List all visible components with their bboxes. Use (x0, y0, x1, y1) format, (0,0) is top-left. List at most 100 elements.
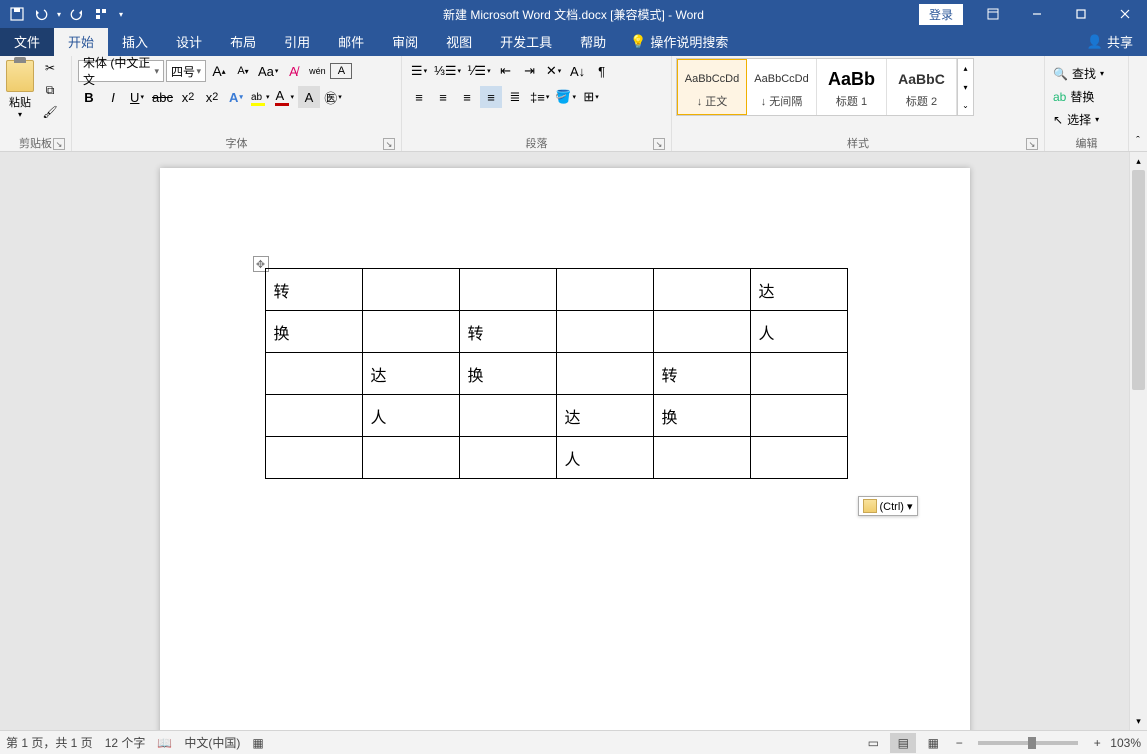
qat-customize-dropdown[interactable]: ▾ (114, 3, 128, 25)
style-heading2[interactable]: AaBbC标题 2 (887, 59, 957, 115)
share-button[interactable]: 👤 共享 (1073, 27, 1147, 56)
multilevel-list-button[interactable]: ⅟☰▾ (465, 60, 493, 82)
table-cell[interactable]: 转 (459, 311, 556, 353)
table-cell[interactable] (362, 437, 459, 479)
format-painter-button[interactable]: 🖌 (40, 102, 60, 122)
tab-view[interactable]: 视图 (432, 27, 486, 56)
table-cell[interactable] (265, 395, 362, 437)
table-cell[interactable] (750, 395, 847, 437)
distributed-button[interactable]: ≣ (504, 86, 526, 108)
table-cell[interactable] (362, 269, 459, 311)
tab-help[interactable]: 帮助 (566, 27, 620, 56)
tab-insert[interactable]: 插入 (108, 27, 162, 56)
tab-design[interactable]: 设计 (162, 27, 216, 56)
word-count-status[interactable]: 12 个字 (105, 734, 146, 751)
table-cell[interactable] (265, 437, 362, 479)
zoom-in-button[interactable]: + (1088, 736, 1106, 750)
paste-options-popup[interactable]: (Ctrl) ▾ (858, 496, 918, 516)
subscript-button[interactable]: x2 (177, 86, 199, 108)
replace-button[interactable]: ab替换 (1049, 85, 1098, 108)
language-status[interactable]: 中文(中国) (184, 734, 240, 751)
borders-button[interactable]: ⊞▾ (580, 86, 602, 108)
table-cell[interactable] (362, 311, 459, 353)
phonetic-guide-button[interactable]: wén (306, 60, 328, 82)
zoom-slider-thumb[interactable] (1028, 737, 1036, 749)
increase-indent-button[interactable]: ⇥ (519, 60, 541, 82)
undo-dropdown[interactable]: ▾ (54, 3, 64, 25)
web-layout-button[interactable]: ▦ (920, 733, 946, 753)
find-button[interactable]: 🔍查找▾ (1049, 62, 1108, 85)
table-cell[interactable]: 转 (265, 269, 362, 311)
print-layout-button[interactable]: ▤ (890, 733, 916, 753)
clipboard-dialog-launcher[interactable]: ↘ (53, 138, 65, 150)
line-spacing-button[interactable]: ‡≡▾ (528, 86, 551, 108)
table-cell[interactable]: 达 (556, 395, 653, 437)
table-cell[interactable]: 达 (362, 353, 459, 395)
tab-layout[interactable]: 布局 (216, 27, 270, 56)
tell-me-search[interactable]: 💡 操作说明搜索 (620, 27, 738, 56)
table-cell[interactable] (750, 437, 847, 479)
close-button[interactable] (1103, 0, 1147, 28)
bullets-button[interactable]: ☰▾ (408, 60, 430, 82)
paste-button[interactable]: 粘贴 ▾ (4, 58, 36, 121)
tab-references[interactable]: 引用 (270, 27, 324, 56)
style-no-spacing[interactable]: AaBbCcDd↓ 无间隔 (747, 59, 817, 115)
table-cell[interactable] (556, 269, 653, 311)
macro-status[interactable]: ▦ (252, 736, 263, 750)
font-size-combo[interactable]: 四号▾ (166, 60, 206, 82)
table-cell[interactable] (459, 437, 556, 479)
table-cell[interactable] (459, 395, 556, 437)
font-name-combo[interactable]: 宋体 (中文正文▾ (78, 60, 164, 82)
font-dialog-launcher[interactable]: ↘ (383, 138, 395, 150)
grow-font-button[interactable]: A▴ (208, 60, 230, 82)
table-cell[interactable] (653, 437, 750, 479)
change-case-button[interactable]: Aa▾ (256, 60, 280, 82)
table-cell[interactable] (750, 353, 847, 395)
table-cell[interactable] (556, 353, 653, 395)
decrease-indent-button[interactable]: ⇤ (495, 60, 517, 82)
scroll-down-button[interactable]: ▾ (1130, 712, 1147, 730)
tab-home[interactable]: 开始 (54, 27, 108, 56)
table-cell[interactable]: 换 (653, 395, 750, 437)
enclose-characters-button[interactable]: ㊩▾ (322, 86, 344, 108)
save-button[interactable] (6, 3, 28, 25)
minimize-button[interactable] (1015, 0, 1059, 28)
table-cell[interactable]: 换 (265, 311, 362, 353)
table-cell[interactable] (653, 311, 750, 353)
table-cell[interactable]: 人 (556, 437, 653, 479)
page-number-status[interactable]: 第 1 页，共 1 页 (6, 734, 93, 751)
table-cell[interactable]: 人 (750, 311, 847, 353)
scroll-track[interactable] (1130, 170, 1147, 712)
justify-button[interactable]: ≡ (480, 86, 502, 108)
copy-button[interactable]: ⧉ (40, 80, 60, 100)
zoom-level[interactable]: 103% (1110, 736, 1141, 750)
page[interactable]: ✥ 转达 换转人 达换转 人达换 人 (Ct (160, 168, 970, 730)
shading-button[interactable]: 🪣▾ (553, 86, 578, 108)
table-cell[interactable] (556, 311, 653, 353)
font-color-button[interactable]: A▾ (273, 86, 296, 108)
spell-check-status[interactable]: 📖 (157, 736, 172, 750)
cut-button[interactable]: ✂ (40, 58, 60, 78)
tab-developer[interactable]: 开发工具 (486, 27, 566, 56)
paragraph-dialog-launcher[interactable]: ↘ (653, 138, 665, 150)
ribbon-display-options[interactable] (971, 0, 1015, 28)
styles-dialog-launcher[interactable]: ↘ (1026, 138, 1038, 150)
shrink-font-button[interactable]: A▾ (232, 60, 254, 82)
tab-file[interactable]: 文件 (0, 27, 54, 56)
italic-button[interactable]: I (102, 86, 124, 108)
table-cell[interactable] (265, 353, 362, 395)
table-cell[interactable]: 转 (653, 353, 750, 395)
character-border-button[interactable]: A (330, 63, 352, 79)
select-button[interactable]: ↖选择▾ (1049, 108, 1103, 131)
undo-button[interactable] (30, 3, 52, 25)
zoom-out-button[interactable]: − (950, 736, 968, 750)
document-scroll[interactable]: ✥ 转达 换转人 达换转 人达换 人 (Ct (0, 152, 1129, 730)
zoom-slider[interactable] (978, 741, 1078, 745)
clear-formatting-button[interactable]: A̸ (282, 60, 304, 82)
vertical-scrollbar[interactable]: ▴ ▾ (1129, 152, 1147, 730)
underline-button[interactable]: U▾ (126, 86, 148, 108)
highlight-button[interactable]: ab▾ (249, 86, 272, 108)
align-right-button[interactable]: ≡ (456, 86, 478, 108)
asian-layout-button[interactable]: ✕▾ (543, 60, 565, 82)
style-normal[interactable]: AaBbCcDd↓ 正文 (677, 59, 747, 115)
